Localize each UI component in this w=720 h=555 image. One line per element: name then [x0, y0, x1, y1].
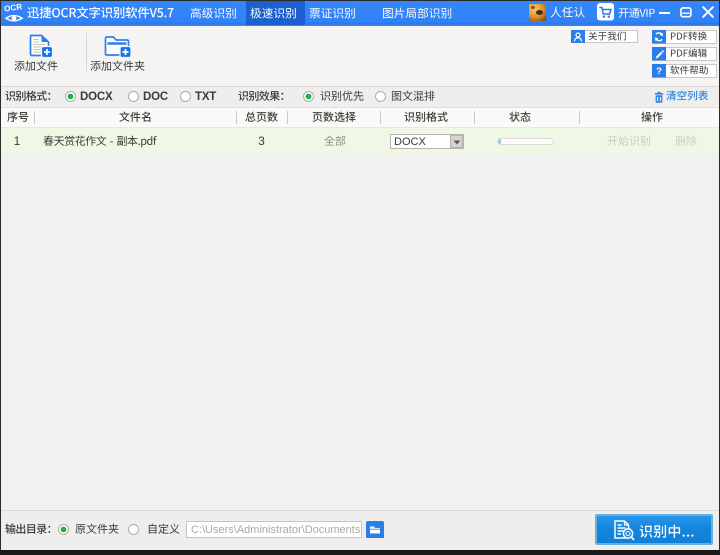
svg-text:OCR: OCR: [3, 2, 22, 13]
svg-text:?: ?: [656, 66, 662, 77]
